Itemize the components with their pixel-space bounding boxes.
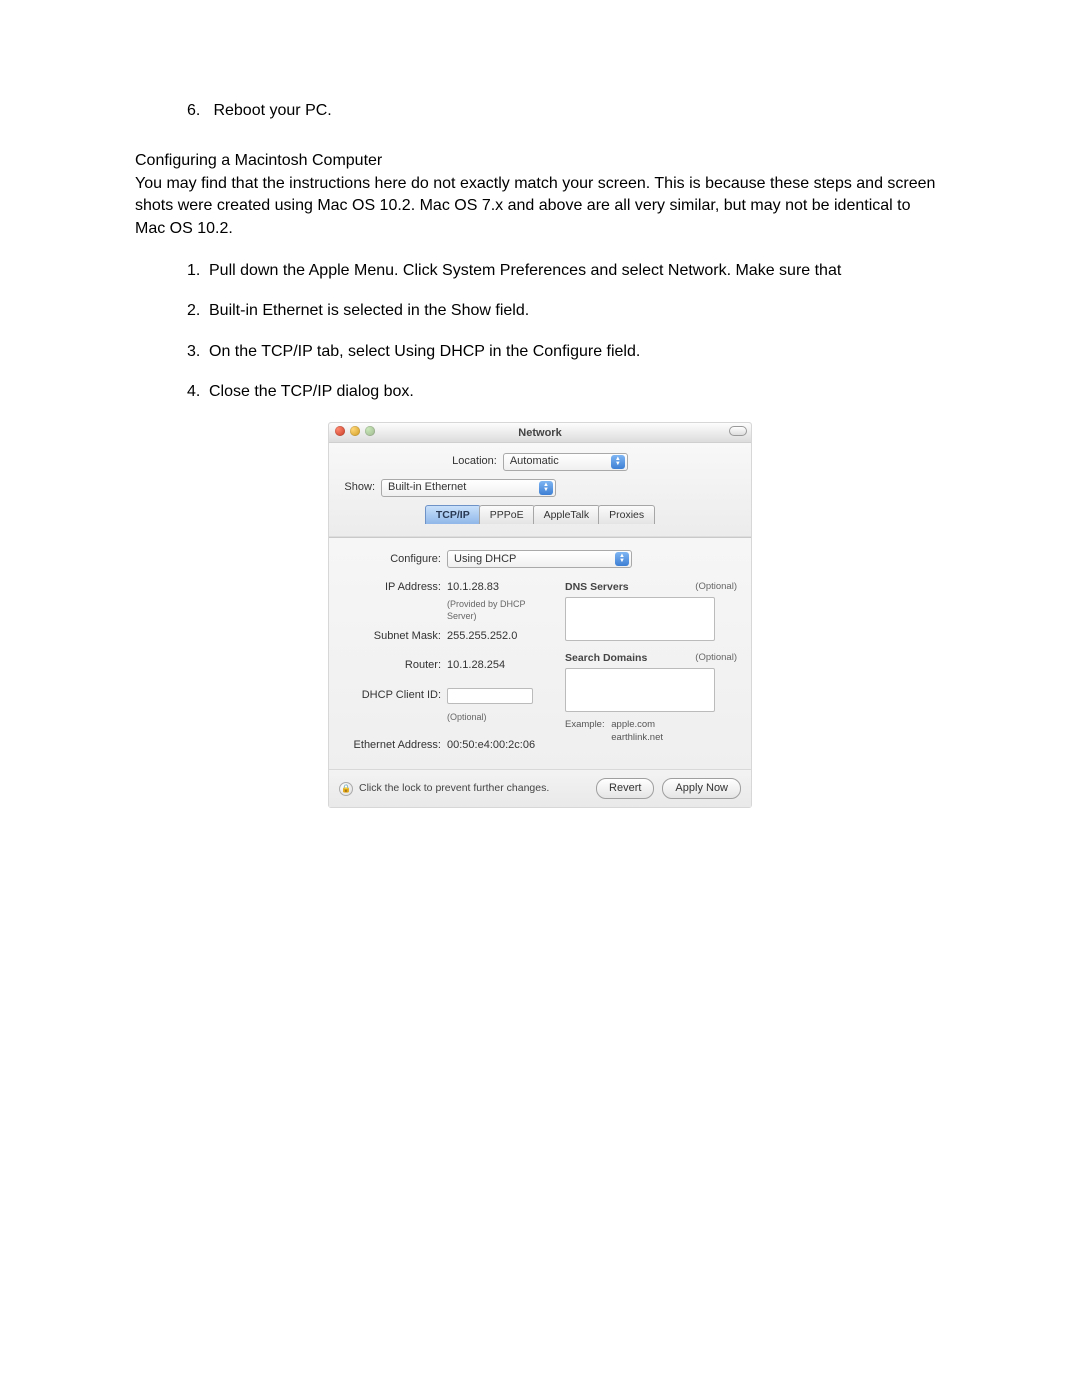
show-select[interactable]: Built-in Ethernet <box>381 479 556 497</box>
ip-address-value: 10.1.28.83 <box>447 580 553 595</box>
list-number: 1. <box>187 260 209 282</box>
zoom-icon[interactable] <box>365 426 375 436</box>
list-text: Close the TCP/IP dialog box. <box>209 381 945 403</box>
example-value-2: earthlink.net <box>611 732 663 743</box>
configure-value: Using DHCP <box>454 552 516 567</box>
list-number: 3. <box>187 341 209 363</box>
dns-servers-input[interactable] <box>565 597 715 641</box>
ip-address-label: IP Address: <box>343 580 447 595</box>
search-domains-input[interactable] <box>565 668 715 712</box>
section-heading: Configuring a Macintosh Computer <box>135 150 945 172</box>
list-item: 3. On the TCP/IP tab, select Using DHCP … <box>187 341 945 363</box>
location-value: Automatic <box>510 454 559 469</box>
example-label: Example: <box>565 719 605 730</box>
list-item: 2. Built-in Ethernet is selected in the … <box>187 300 945 322</box>
minimize-icon[interactable] <box>350 426 360 436</box>
search-domains-label: Search Domains <box>565 651 647 666</box>
router-value: 10.1.28.254 <box>447 658 553 673</box>
subnet-mask-value: 255.255.252.0 <box>447 629 553 644</box>
section-intro: You may find that the instructions here … <box>135 173 945 240</box>
router-label: Router: <box>343 658 447 673</box>
ethernet-address-label: Ethernet Address: <box>343 738 447 753</box>
apply-now-button[interactable]: Apply Now <box>662 778 741 799</box>
configure-select[interactable]: Using DHCP <box>447 550 632 568</box>
traffic-lights <box>335 426 375 436</box>
screenshot-figure: Network Location: Automatic Show: Built-… <box>135 422 945 809</box>
list-item: 4. Close the TCP/IP dialog box. <box>187 381 945 403</box>
revert-button[interactable]: Revert <box>596 778 654 799</box>
chevron-updown-icon <box>615 552 629 566</box>
chevron-updown-icon <box>611 455 625 469</box>
list-text: Built-in Ethernet is selected in the Sho… <box>209 300 945 322</box>
list-item: 1. Pull down the Apple Menu. Click Syste… <box>187 260 945 282</box>
list-text: Pull down the Apple Menu. Click System P… <box>209 260 945 282</box>
dhcp-client-id-input[interactable] <box>447 688 533 704</box>
list-number: 2. <box>187 300 209 322</box>
tab-appletalk[interactable]: AppleTalk <box>533 505 601 525</box>
network-prefs-window: Network Location: Automatic Show: Built-… <box>328 422 752 809</box>
window-title: Network <box>329 423 751 443</box>
dhcp-client-id-note: (Optional) <box>447 711 553 724</box>
list-number: 6. <box>187 100 209 122</box>
tcpip-panel: Configure: Using DHCP IP Address: 10.1.2… <box>329 537 751 769</box>
location-label: Location: <box>452 454 503 469</box>
example-text: Example: apple.com Example: earthlink.ne… <box>565 718 737 745</box>
chevron-updown-icon <box>539 481 553 495</box>
lock-text: Click the lock to prevent further change… <box>359 781 549 796</box>
show-label: Show: <box>339 480 381 495</box>
dhcp-client-id-label: DHCP Client ID: <box>343 688 447 709</box>
show-value: Built-in Ethernet <box>388 480 466 495</box>
configure-label: Configure: <box>343 552 447 567</box>
ip-address-note: (Provided by DHCP Server) <box>447 598 553 623</box>
list-number: 4. <box>187 381 209 403</box>
tab-bar: TCP/IP PPPoE AppleTalk Proxies <box>339 505 741 525</box>
step-6: 6. Reboot your PC. <box>187 100 945 122</box>
list-text: On the TCP/IP tab, select Using DHCP in … <box>209 341 945 363</box>
search-domains-optional-label: (Optional) <box>695 651 737 666</box>
close-icon[interactable] <box>335 426 345 436</box>
tab-proxies[interactable]: Proxies <box>598 505 655 525</box>
ordered-list: 1. Pull down the Apple Menu. Click Syste… <box>187 260 945 404</box>
window-titlebar: Network <box>329 423 751 443</box>
toolbar-toggle-icon[interactable] <box>729 426 747 436</box>
example-value-1: apple.com <box>611 719 655 730</box>
dns-servers-label: DNS Servers <box>565 580 629 595</box>
subnet-mask-label: Subnet Mask: <box>343 629 447 644</box>
tab-pppoe[interactable]: PPPoE <box>479 505 535 525</box>
dns-optional-label: (Optional) <box>695 580 737 595</box>
list-text: Reboot your PC. <box>213 102 331 119</box>
tab-tcpip[interactable]: TCP/IP <box>425 505 481 525</box>
document-page: 6. Reboot your PC. Configuring a Macinto… <box>0 0 1080 808</box>
ethernet-address-value: 00:50:e4:00:2c:06 <box>447 738 553 753</box>
lock-icon[interactable]: 🔒 <box>339 782 353 796</box>
location-select[interactable]: Automatic <box>503 453 628 471</box>
